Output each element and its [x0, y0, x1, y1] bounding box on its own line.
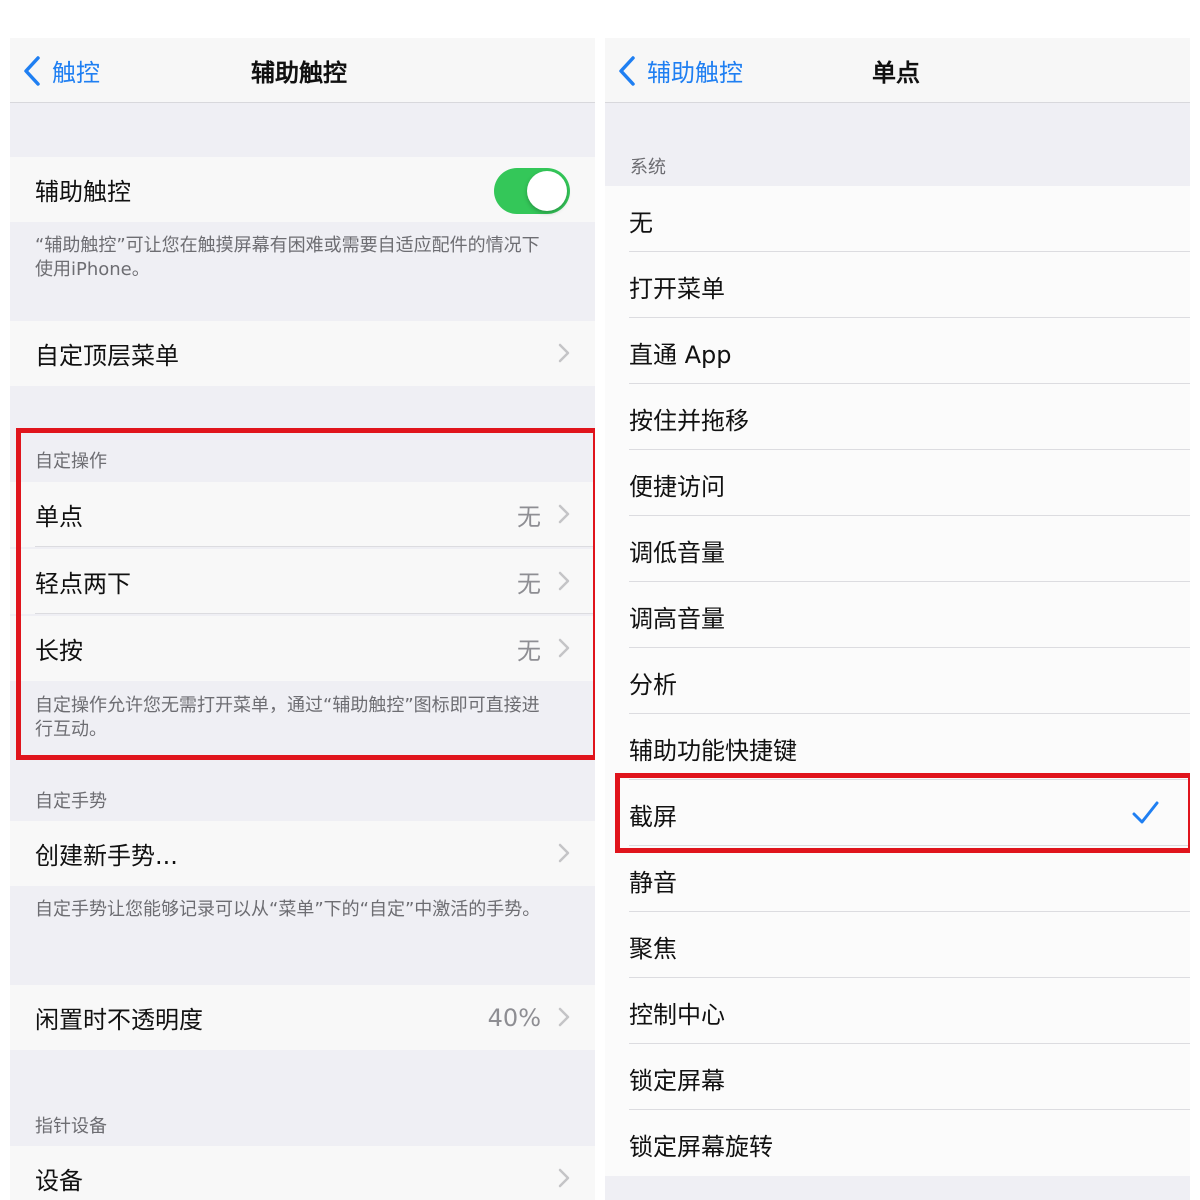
action-item-label: 便捷访问 — [629, 473, 725, 501]
action-item[interactable]: 控制中心 — [605, 978, 1190, 1044]
chevron-right-icon — [558, 343, 570, 363]
assistive-touch-toggle[interactable] — [494, 168, 570, 214]
assistive-touch-row: 辅助触控 — [10, 157, 595, 222]
long-press-row[interactable]: 长按 无 — [10, 616, 595, 681]
assistive-touch-label: 辅助触控 — [35, 178, 131, 206]
create-gesture-row[interactable]: 创建新手势... — [10, 821, 595, 886]
long-press-label: 长按 — [35, 637, 83, 665]
devices-row[interactable]: 设备 — [10, 1146, 595, 1200]
custom-actions-header: 自定操作 — [35, 451, 107, 472]
back-button[interactable]: 辅助触控 — [617, 38, 743, 103]
page-title: 单点 — [872, 59, 920, 87]
single-tap-value: 无 — [517, 503, 541, 531]
back-label: 触控 — [52, 59, 100, 87]
checkmark-icon — [1132, 801, 1159, 824]
action-item-label: 分析 — [629, 671, 677, 699]
action-item[interactable]: 调高音量 — [605, 582, 1190, 648]
chevron-right-icon — [558, 1168, 570, 1188]
action-item-label: 按住并拖移 — [629, 407, 749, 435]
chevron-right-icon — [558, 1007, 570, 1027]
pointer-devices-header: 指针设备 — [35, 1116, 107, 1137]
toggle-knob — [527, 171, 567, 211]
action-item[interactable]: 打开菜单 — [605, 252, 1190, 318]
action-item[interactable]: 调低音量 — [605, 516, 1190, 582]
idle-opacity-row[interactable]: 闲置时不透明度 40% — [10, 985, 595, 1050]
idle-opacity-label: 闲置时不透明度 — [35, 1006, 203, 1034]
devices-label: 设备 — [35, 1167, 83, 1195]
action-item[interactable]: 静音 — [605, 846, 1190, 912]
double-tap-value: 无 — [517, 570, 541, 598]
nav-bar: 辅助触控 单点 — [605, 38, 1190, 103]
back-label: 辅助触控 — [647, 59, 743, 87]
create-gesture-label: 创建新手势... — [35, 842, 178, 870]
custom-gestures-header: 自定手势 — [35, 791, 107, 812]
custom-actions-note: 自定操作允许您无需打开菜单，通过“辅助触控”图标即可直接进行互动。 — [35, 695, 540, 740]
chevron-right-icon — [558, 571, 570, 591]
action-item-label: 控制中心 — [629, 1001, 725, 1029]
double-tap-row[interactable]: 轻点两下 无 — [10, 549, 595, 614]
action-item-label: 直通 App — [629, 341, 732, 369]
action-item-label: 调高音量 — [629, 605, 725, 633]
action-item-label: 聚焦 — [629, 935, 677, 963]
double-tap-label: 轻点两下 — [35, 570, 131, 598]
action-item[interactable]: 聚焦 — [605, 912, 1190, 978]
action-item-label: 调低音量 — [629, 539, 725, 567]
long-press-value: 无 — [517, 637, 541, 665]
assistive-touch-note: “辅助触控”可让您在触摸屏幕有困难或需要自适应配件的情况下使用iPhone。 — [35, 235, 540, 280]
action-item[interactable]: 无 — [605, 186, 1190, 252]
chevron-left-icon — [619, 55, 635, 86]
custom-gestures-note: 自定手势让您能够记录可以从“菜单”下的“自定”中激活的手势。 — [35, 899, 541, 920]
customize-top-menu-label: 自定顶层菜单 — [35, 342, 179, 370]
single-tap-row[interactable]: 单点 无 — [10, 482, 595, 547]
assistive-touch-settings-screen: 触控 辅助触控 辅助触控 “辅助触控”可让您在触摸屏幕有困难或需要自适应配件的情… — [10, 38, 595, 1200]
customize-top-menu-row[interactable]: 自定顶层菜单 — [10, 321, 595, 386]
action-item-label: 静音 — [629, 869, 677, 897]
page-title: 辅助触控 — [251, 59, 347, 87]
action-item[interactable]: 截屏 — [605, 780, 1190, 846]
action-item[interactable]: 直通 App — [605, 318, 1190, 384]
action-item-label: 无 — [629, 209, 653, 237]
action-item[interactable]: 锁定屏幕旋转 — [605, 1110, 1190, 1176]
idle-opacity-value: 40% — [487, 1003, 541, 1032]
action-item-label: 锁定屏幕 — [629, 1067, 725, 1095]
nav-bar: 触控 辅助触控 — [10, 38, 595, 103]
action-item-label: 辅助功能快捷键 — [629, 737, 797, 765]
action-item[interactable]: 锁定屏幕 — [605, 1044, 1190, 1110]
single-tap-label: 单点 — [35, 503, 83, 531]
chevron-left-icon — [24, 55, 40, 86]
action-item[interactable]: 辅助功能快捷键 — [605, 714, 1190, 780]
action-item-label: 锁定屏幕旋转 — [629, 1133, 773, 1161]
action-item-label: 截屏 — [629, 803, 677, 831]
back-button[interactable]: 触控 — [22, 38, 100, 103]
chevron-right-icon — [558, 843, 570, 863]
action-item-label: 打开菜单 — [629, 275, 725, 303]
action-item[interactable]: 按住并拖移 — [605, 384, 1190, 450]
chevron-right-icon — [558, 504, 570, 524]
action-item[interactable]: 分析 — [605, 648, 1190, 714]
system-section-header: 系统 — [630, 157, 666, 178]
action-item[interactable]: 便捷访问 — [605, 450, 1190, 516]
single-tap-action-screen: 辅助触控 单点 系统 无打开菜单直通 App 按住并拖移便捷访问调低音量调高音量分… — [605, 38, 1190, 1200]
chevron-right-icon — [558, 638, 570, 658]
